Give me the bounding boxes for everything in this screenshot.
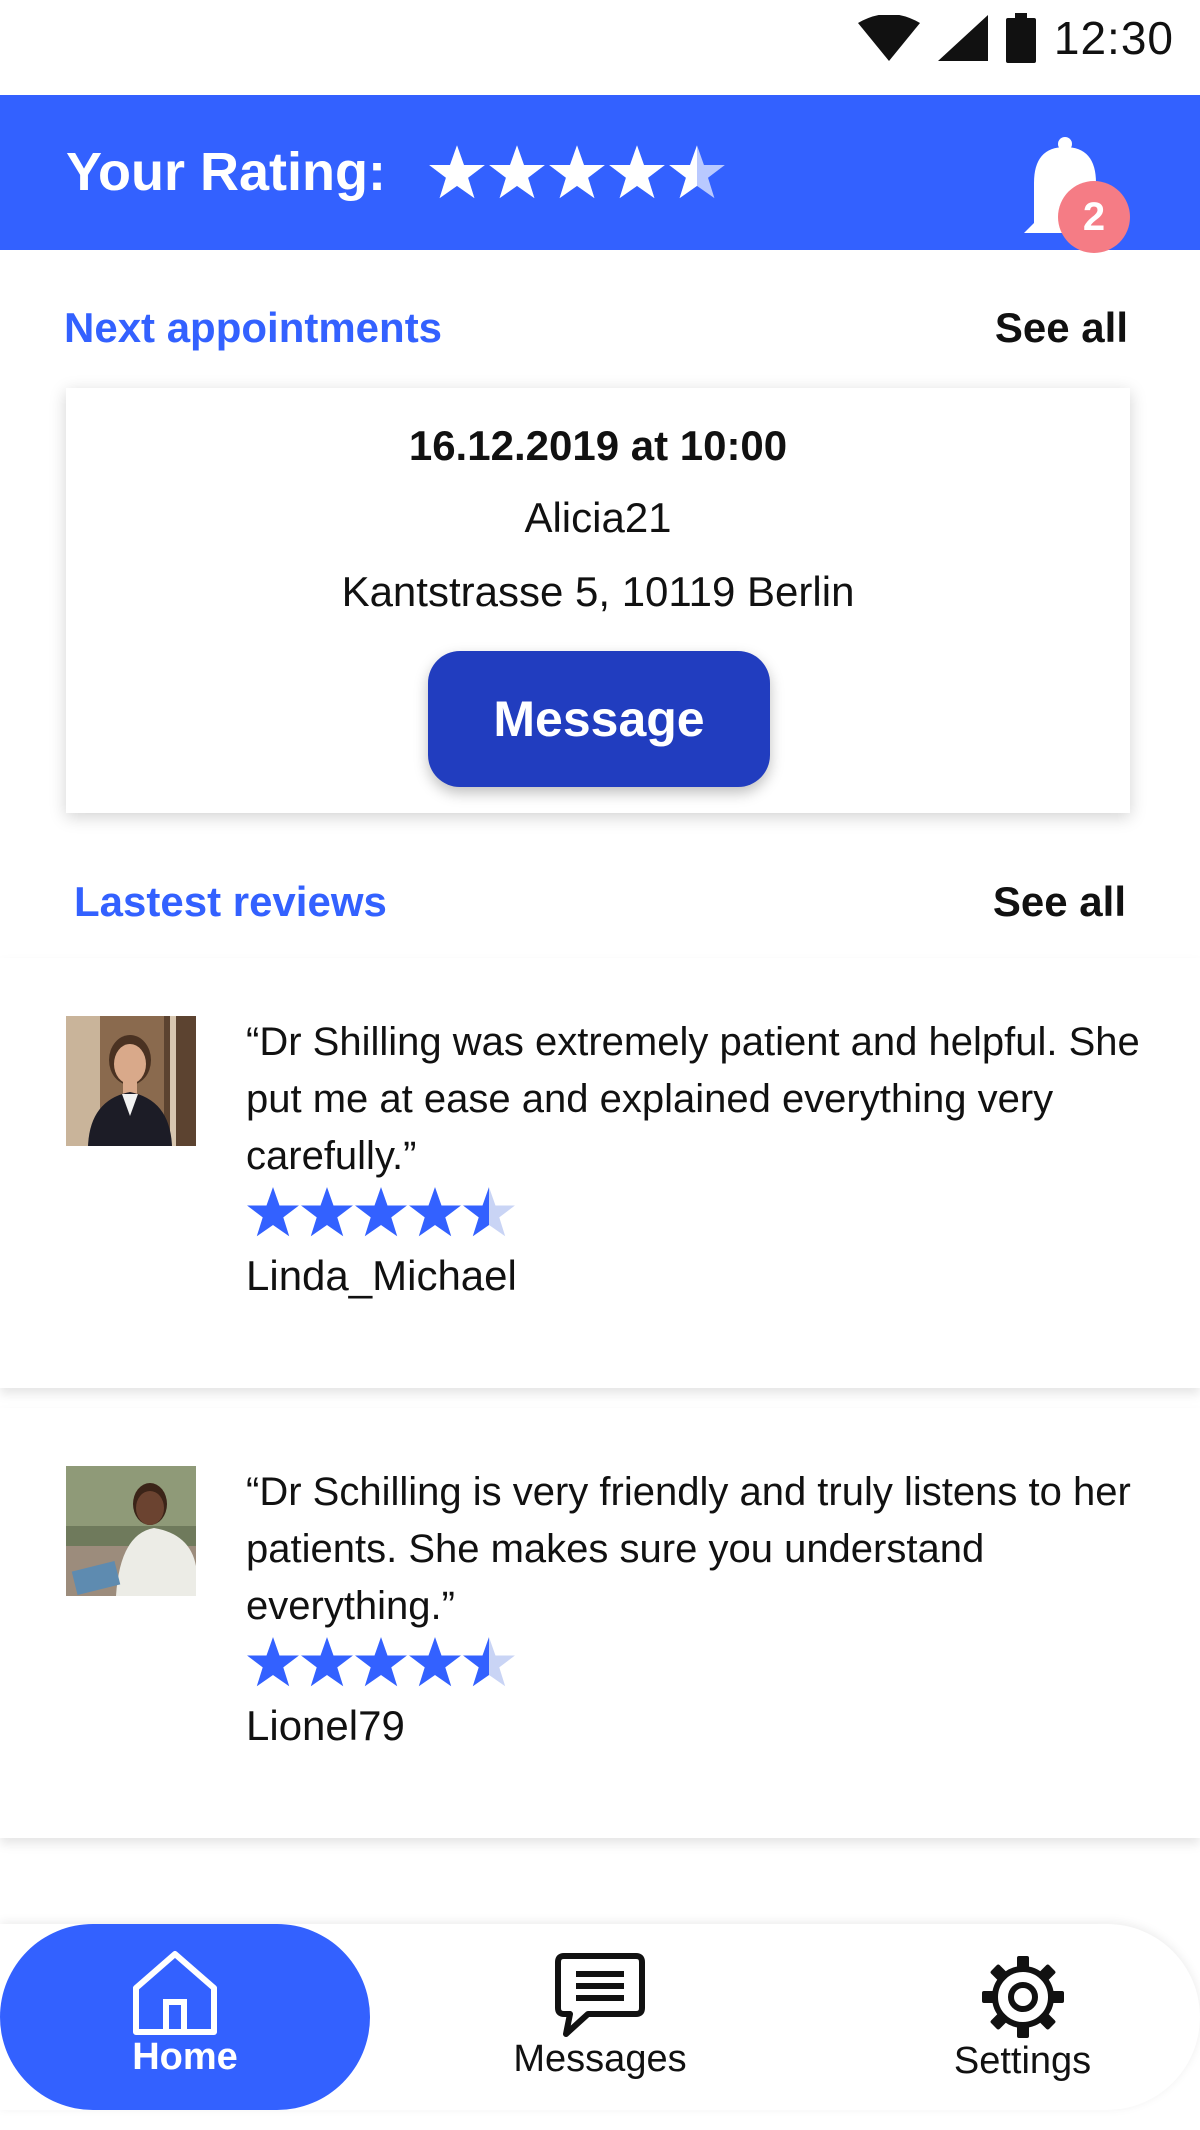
star-icon [669, 145, 725, 199]
status-icons: 12:30 [857, 12, 1174, 64]
home-icon [133, 1951, 217, 2035]
review-rating-stars [246, 1632, 516, 1692]
review-author: Lionel79 [246, 1702, 405, 1749]
bottom-nav: Home Messages Settings [0, 1924, 1200, 2110]
wifi-icon [857, 15, 920, 61]
appointment-address: Kantstrasse 5, 10119 Berlin [341, 568, 855, 615]
review-author: Linda_Michael [246, 1252, 517, 1299]
star-icon [247, 1637, 299, 1687]
review-card[interactable]: “Dr Shilling was extremely patient and h… [0, 958, 1200, 1388]
star-icon [549, 145, 605, 199]
nav-settings-label: Settings [953, 2040, 1092, 2082]
star-icon [301, 1637, 353, 1687]
review-card[interactable]: “Dr Schilling is very friendly and truly… [0, 1408, 1200, 1838]
appointment-card: 16.12.2019 at 10:00 Alicia21 Kantstrasse… [66, 388, 1130, 813]
review-text: “Dr Shilling was extremely patient and h… [246, 1020, 1140, 1178]
star-icon [489, 145, 545, 199]
appointment-user: Alicia21 [524, 494, 672, 541]
header-rating-stars [428, 139, 726, 205]
nav-home-label: Home [132, 2036, 238, 2078]
status-time: 12:30 [1053, 12, 1174, 64]
star-icon [301, 1187, 353, 1237]
star-icon [463, 1637, 515, 1687]
star-icon [409, 1187, 461, 1237]
nav-home-tab[interactable]: Home [0, 1924, 370, 2110]
signal-icon [937, 15, 988, 61]
reviews-title: Lastest reviews [74, 878, 387, 925]
review-rating-stars [246, 1182, 516, 1242]
avatar [66, 1016, 196, 1146]
nav-messages-label: Messages [513, 2038, 687, 2080]
rating-label: Your Rating: [66, 142, 386, 202]
star-icon [429, 145, 485, 199]
message-button[interactable]: Message [428, 651, 770, 787]
battery-icon [1005, 13, 1036, 63]
nav-messages-tab[interactable]: Messages [470, 1924, 730, 2110]
star-icon [355, 1187, 407, 1237]
appointments-header: Next appointments See all [0, 298, 1200, 358]
star-icon [247, 1187, 299, 1237]
message-bubble-icon [555, 1953, 645, 2037]
star-icon [609, 145, 665, 199]
gear-icon [982, 1956, 1064, 2038]
appointments-title: Next appointments [64, 304, 443, 351]
reviews-see-all-link[interactable]: See all [993, 872, 1126, 932]
star-icon [355, 1637, 407, 1687]
header: Your Rating: 2 [0, 95, 1200, 253]
status-bar: 12:30 [0, 0, 1200, 95]
reviews-header: Lastest reviews See all [0, 872, 1200, 932]
star-icon [409, 1637, 461, 1687]
avatar [66, 1466, 196, 1596]
appointments-see-all-link[interactable]: See all [995, 298, 1128, 358]
notification-badge: 2 [1058, 181, 1130, 253]
star-icon [463, 1187, 515, 1237]
review-text: “Dr Schilling is very friendly and truly… [246, 1470, 1131, 1628]
nav-settings-tab[interactable]: Settings [900, 1924, 1145, 2110]
appointment-datetime: 16.12.2019 at 10:00 [408, 422, 788, 469]
